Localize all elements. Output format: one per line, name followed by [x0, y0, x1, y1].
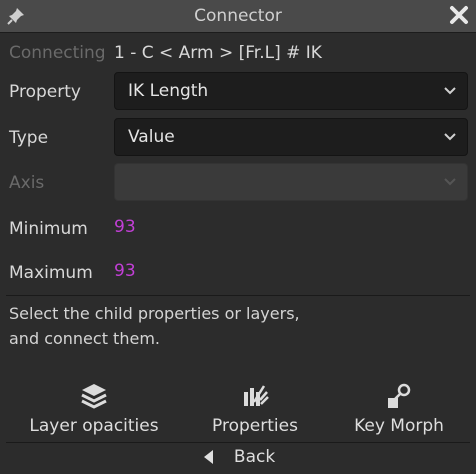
type-label: Type: [9, 128, 49, 148]
property-label: Property: [9, 82, 81, 102]
help-text: Select the child properties or layers, a…: [9, 301, 300, 351]
close-icon[interactable]: [448, 4, 470, 26]
connecting-label: Connecting: [9, 43, 106, 63]
maximum-label: Maximum: [9, 263, 93, 283]
connecting-value: 1 - C < Arm > [Fr.L] # IK: [114, 43, 322, 63]
chevron-down-icon: [444, 178, 456, 186]
properties-label: Properties: [212, 416, 298, 436]
maximum-value[interactable]: 93: [114, 261, 136, 281]
properties-icon: [244, 385, 269, 406]
key-morph-button[interactable]: Key Morph: [340, 382, 458, 442]
help-text-line: and connect them.: [9, 329, 160, 348]
layer-opacities-button[interactable]: Layer opacities: [20, 382, 168, 442]
key-morph-label: Key Morph: [354, 416, 444, 436]
minimum-label: Minimum: [9, 219, 88, 239]
chevron-down-icon: [444, 87, 456, 95]
help-text-line: Select the child properties or layers,: [9, 304, 300, 323]
key-morph-icon: [388, 383, 411, 408]
window-title: Connector: [194, 6, 282, 26]
back-arrow-icon: [203, 449, 213, 464]
back-label: Back: [233, 446, 276, 467]
layers-icon: [81, 384, 107, 409]
property-select[interactable]: IK Length: [114, 72, 468, 110]
type-select-value: Value: [128, 127, 175, 147]
divider: [6, 442, 470, 443]
layer-opacities-label: Layer opacities: [29, 416, 159, 436]
axis-label: Axis: [9, 173, 45, 193]
title-bar: Connector: [0, 0, 476, 33]
minimum-value[interactable]: 93: [114, 217, 136, 237]
type-select[interactable]: Value: [114, 118, 468, 156]
property-select-value: IK Length: [128, 81, 209, 101]
back-button[interactable]: Back: [0, 446, 476, 474]
axis-select: [114, 163, 468, 201]
properties-button[interactable]: Properties: [195, 382, 315, 442]
divider: [6, 295, 470, 296]
chevron-down-icon: [444, 133, 456, 141]
